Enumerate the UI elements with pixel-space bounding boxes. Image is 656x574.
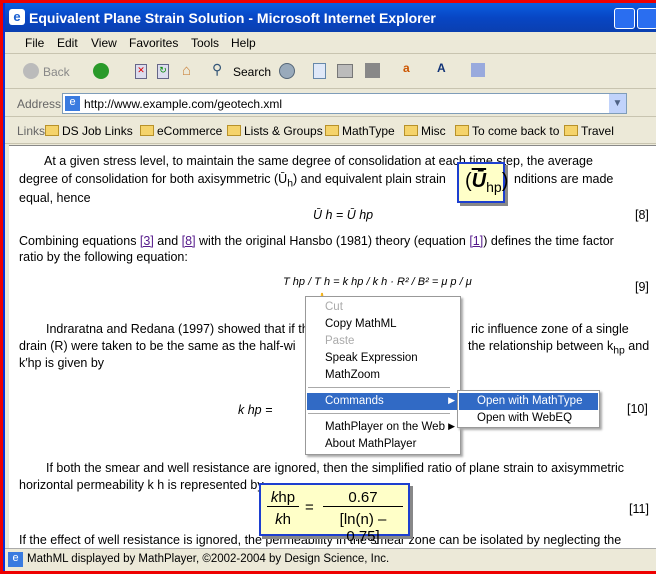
paragraph-text: ric influence zone of a single [471,322,629,336]
menu-item-cut[interactable]: Cut [307,299,459,316]
address-input[interactable]: e http://www.example.com/geotech.xml ▼ [62,93,627,114]
encoding-icon[interactable]: a [403,61,410,75]
menu-separator [308,387,450,389]
folder-icon [564,125,578,136]
paragraph-text: Indraratna and Redana (1997) showed that… [46,322,309,336]
menu-item-speak-expression[interactable]: Speak Expression [307,350,459,367]
toolbar: Back ✕ ↻ ⌂ ⚲ Search a A [5,55,656,89]
menu-item-mathplayer-web[interactable]: MathPlayer on the Web ▶ [307,419,459,436]
submenu-arrow-icon: ▶ [448,395,455,405]
paragraph-text: ratio by the following equation: [19,250,188,264]
forward-icon[interactable] [93,63,109,79]
paragraph-text: equal, hence [19,191,91,205]
paragraph-text: If both the smear and well resistance ar… [46,461,625,475]
home-icon[interactable]: ⌂ [182,62,191,79]
equation-link-1[interactable]: [1] [469,234,483,248]
menu-item-open-mathtype[interactable]: Open with MathType [459,393,598,410]
status-text: MathML displayed by MathPlayer, ©2002-20… [27,553,390,565]
paragraph-text: At a given stress level, to maintain the… [44,154,593,168]
link-lists-groups[interactable]: Lists & Groups [227,124,323,138]
submenu-arrow-icon: ▶ [448,421,455,431]
paragraph-text: horizontal permeability k h is represent… [19,478,264,492]
address-bar: Address e http://www.example.com/geotech… [5,90,656,117]
equation-number: [10] [627,402,648,416]
status-bar: e MathML displayed by MathPlayer, ©2002-… [5,548,656,570]
minimize-button[interactable] [614,8,635,29]
paragraph-text: k′hp is given by [19,356,105,370]
link-travel[interactable]: Travel [564,124,614,138]
print-icon[interactable] [337,64,353,78]
back-button[interactable]: Back [43,65,70,79]
paragraph-text: degree of consolidation for both axisymm… [19,172,446,190]
back-icon[interactable] [23,63,39,79]
context-menu: Cut Copy MathML Paste Speak Expression M… [305,296,461,455]
font-size-icon[interactable]: A [437,61,446,75]
address-label: Address [17,97,62,111]
equation-9[interactable]: T hp / T h = k hp / k h · R² / B² = μ p … [283,276,472,288]
equation-link-8[interactable]: [8] [182,234,196,248]
folder-icon [45,125,59,136]
menu-item-commands[interactable]: Commands ▶ [307,393,459,410]
menu-help[interactable]: Help [231,36,256,50]
title-bar: e Equivalent Plane Strain Solution - Mic… [5,3,656,32]
stop-icon[interactable]: ✕ [135,64,147,79]
menu-file[interactable]: File [25,36,44,50]
ie-page-icon: e [8,552,23,567]
menu-bar: File Edit View Favorites Tools Help [5,32,656,54]
print-preview-icon[interactable] [313,63,326,79]
link-ecommerce[interactable]: eCommerce [140,124,222,138]
menu-edit[interactable]: Edit [57,36,78,50]
menu-item-copy-mathml[interactable]: Copy MathML [307,316,459,333]
link-mathtype[interactable]: MathType [325,124,395,138]
commands-submenu: Open with MathType Open with WebEQ [457,390,600,428]
link-misc[interactable]: Misc [404,124,446,138]
paragraph-text: the relationship between khp and [468,339,650,357]
folder-icon [404,125,418,136]
link-ds-job-links[interactable]: DS Job Links [45,124,133,138]
equation-number: [11] [629,502,649,516]
ie-icon: e [9,9,25,25]
history-icon[interactable] [279,63,295,79]
menu-item-about-mathplayer[interactable]: About MathPlayer [307,436,459,453]
paragraph-text: drain (R) were taken to be the same as t… [19,339,296,353]
folder-icon [227,125,241,136]
window-title: Equivalent Plane Strain Solution - Micro… [29,10,436,26]
equation-number: [9] [635,280,649,294]
page-icon: e [65,96,80,111]
menu-view[interactable]: View [91,36,117,50]
address-url: http://www.example.com/geotech.xml [84,97,283,111]
menu-item-mathzoom[interactable]: MathZoom [307,367,459,384]
address-dropdown-icon[interactable]: ▼ [609,94,626,113]
paragraph-text: nditions are made [514,172,614,186]
links-bar: Links DS Job Links eCommerce Lists & Gro… [5,118,656,144]
equation-number: [8] [635,208,649,222]
math-zoom-popup-eq11: khp kh = 0.67 [ln(n) – 0.75] [259,483,410,545]
fullscreen-icon[interactable] [365,63,380,78]
link-to-come-back-to[interactable]: To come back to [455,124,559,138]
math-zoom-popup: (Ūhp) [457,162,508,203]
refresh-icon[interactable]: ↻ [157,64,169,79]
search-button[interactable]: Search [233,65,271,79]
messenger-icon[interactable] [471,63,485,77]
folder-icon [140,125,154,136]
equation-link-3[interactable]: [3] [140,234,154,248]
links-label: Links [17,124,46,138]
menu-tools[interactable]: Tools [191,36,219,50]
search-icon: ⚲ [212,61,223,77]
menu-item-open-webeq[interactable]: Open with WebEQ [459,410,598,427]
maximize-button[interactable] [637,8,656,29]
menu-separator [308,413,450,415]
menu-item-paste[interactable]: Paste [307,333,459,350]
equation-8[interactable]: Ū h = Ū hp [313,208,373,222]
folder-icon [455,125,469,136]
paragraph-text: Combining equations [3] and [8] with the… [19,234,614,248]
menu-favorites[interactable]: Favorites [129,36,178,50]
equation-10[interactable]: k hp = [238,403,272,417]
folder-icon [325,125,339,136]
